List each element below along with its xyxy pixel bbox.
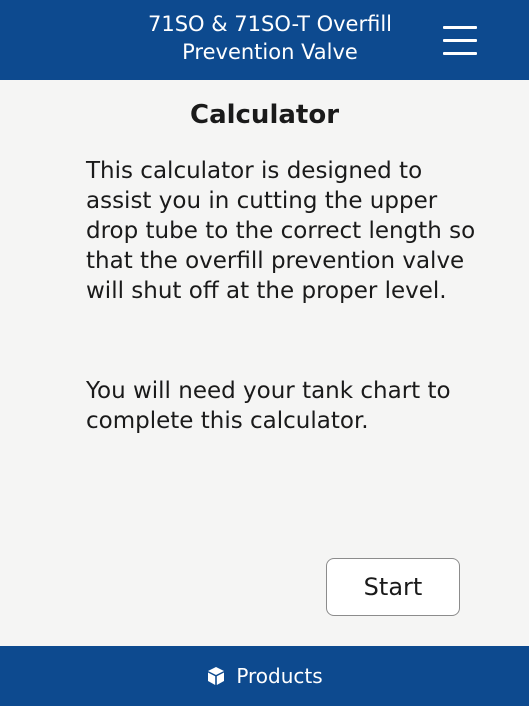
products-nav-label: Products bbox=[236, 664, 323, 688]
calculator-note: You will need your tank chart to complet… bbox=[86, 378, 451, 434]
page-title: Calculator bbox=[189, 100, 340, 130]
header-title: 71SO & 71SO-T Overfill Prevention Valve bbox=[110, 10, 430, 66]
footer-bar: Products bbox=[0, 646, 529, 706]
hamburger-menu-icon[interactable] bbox=[440, 20, 482, 60]
header-bar: 71SO & 71SO-T Overfill Prevention Valve bbox=[0, 0, 529, 80]
calculator-description: This calculator is designed to assist yo… bbox=[86, 158, 476, 304]
header-title-line1: 71SO & 71SO-T Overfill bbox=[147, 12, 393, 36]
products-nav-item[interactable]: Products bbox=[0, 646, 529, 706]
box-icon bbox=[208, 667, 225, 685]
app-screen: 71SO & 71SO-T Overfill Prevention Valve … bbox=[0, 0, 529, 706]
header-title-line2: Prevention Valve bbox=[182, 40, 358, 64]
main-content: Calculator This calculator is designed t… bbox=[0, 80, 529, 646]
start-button[interactable]: Start bbox=[326, 558, 460, 616]
